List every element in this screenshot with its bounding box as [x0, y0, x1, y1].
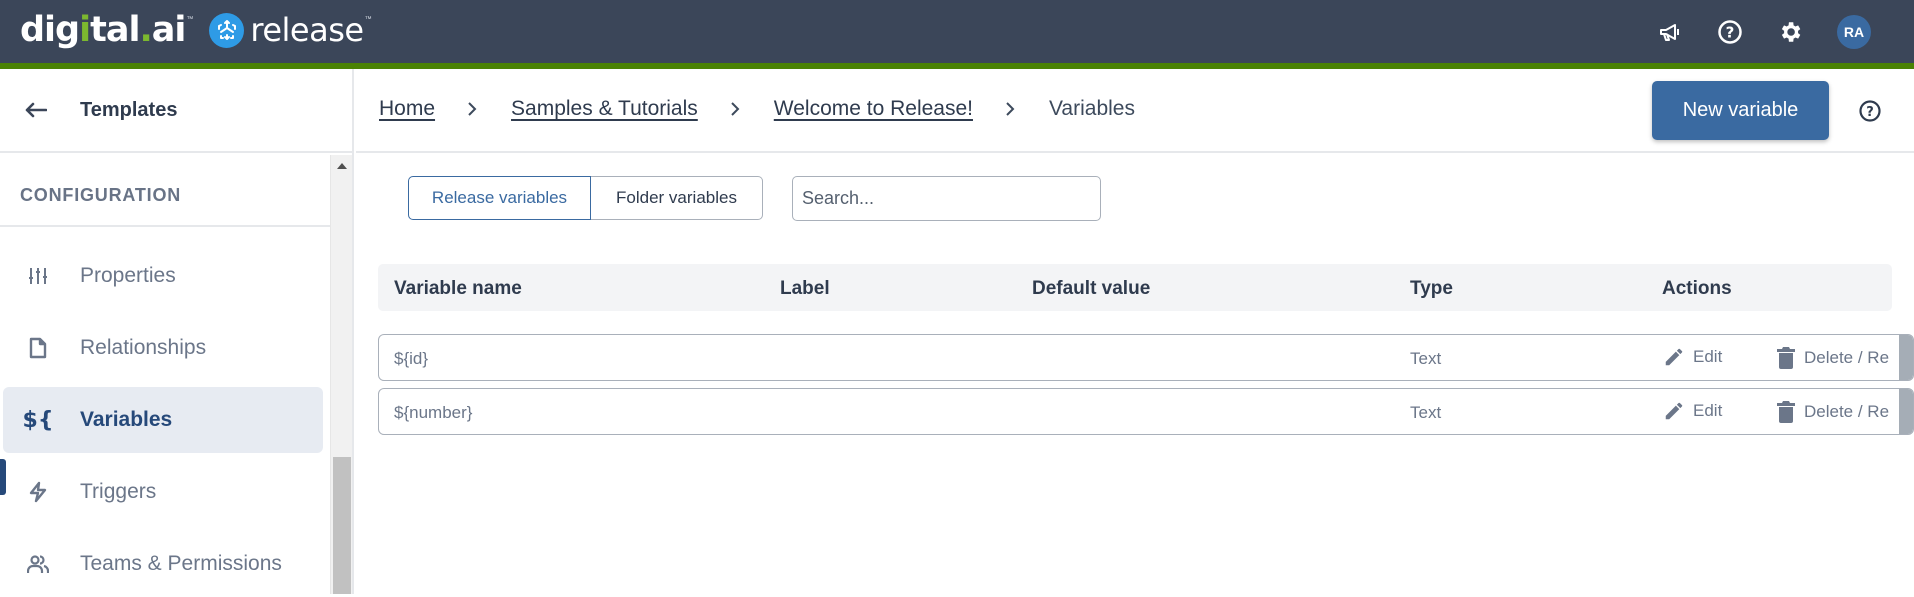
top-navigation-bar: digital.ai ™ release ™ ? RA: [0, 0, 1914, 63]
column-header-label: Label: [780, 278, 830, 299]
sidebar: Templates CONFIGURATION Properties Relat…: [0, 69, 354, 594]
sidebar-title[interactable]: Templates: [80, 99, 177, 122]
sliders-icon: [25, 263, 51, 289]
breadcrumb-current: Variables: [1048, 97, 1135, 120]
variable-type: Text: [1410, 349, 1442, 368]
variable-icon: ${: [22, 407, 54, 433]
column-header-default-value: Default value: [1032, 278, 1151, 299]
svg-text:?: ?: [1866, 105, 1874, 120]
pencil-icon: [1665, 348, 1683, 366]
trash-icon: [1777, 347, 1795, 369]
page-header: Home Samples & Tutorials Welcome to Rele…: [356, 69, 1914, 153]
row-overflow-edge: [1899, 389, 1913, 434]
help-icon[interactable]: ?: [1858, 99, 1882, 123]
brand-logo[interactable]: digital.ai ™ release ™: [20, 8, 372, 52]
sidebar-item-relationships[interactable]: Relationships: [3, 315, 323, 381]
breadcrumb: Home Samples & Tutorials Welcome to Rele…: [379, 97, 1135, 121]
table-row[interactable]: ${number} Text Edit Delete / Re: [378, 388, 1914, 435]
column-header-variable-name: Variable name: [394, 278, 522, 299]
main-content: Home Samples & Tutorials Welcome to Rele…: [356, 69, 1914, 594]
tab-folder-variables[interactable]: Folder variables: [591, 176, 763, 220]
tab-release-variables[interactable]: Release variables: [408, 176, 591, 220]
help-icon[interactable]: ?: [1717, 19, 1743, 45]
sidebar-scrollbar[interactable]: [330, 155, 352, 594]
variable-name: ${id}: [394, 349, 429, 368]
sidebar-item-variables[interactable]: ${ Variables: [3, 387, 323, 453]
back-arrow-icon[interactable]: [25, 98, 55, 122]
delete-button[interactable]: Delete / Re: [1776, 400, 1889, 424]
release-logo-icon: [209, 12, 245, 48]
section-header: CONFIGURATION: [0, 155, 330, 227]
edit-button[interactable]: Edit: [1663, 400, 1722, 422]
breadcrumb-welcome-to-release[interactable]: Welcome to Release!: [774, 97, 973, 121]
new-variable-button[interactable]: New variable: [1652, 81, 1829, 140]
release-wordmark: release: [250, 11, 364, 49]
sidebar-item-triggers[interactable]: Triggers: [3, 459, 323, 525]
column-header-actions: Actions: [1662, 278, 1732, 299]
column-header-type: Type: [1410, 278, 1453, 299]
settings-icon[interactable]: [1777, 19, 1803, 45]
chevron-right-icon: [730, 101, 742, 117]
file-icon: [25, 335, 51, 361]
trash-icon: [1777, 401, 1795, 423]
breadcrumb-samples-tutorials[interactable]: Samples & Tutorials: [511, 97, 698, 121]
sidebar-header: Templates: [0, 69, 352, 153]
sidebar-nav: CONFIGURATION Properties Relationships $…: [0, 155, 352, 594]
announcements-icon[interactable]: [1657, 19, 1683, 45]
pencil-icon: [1665, 402, 1683, 420]
row-overflow-edge: [1899, 335, 1913, 380]
edit-button[interactable]: Edit: [1663, 346, 1722, 368]
delete-button[interactable]: Delete / Re: [1776, 346, 1889, 370]
sidebar-item-properties[interactable]: Properties: [3, 243, 323, 309]
chevron-right-icon: [467, 101, 479, 117]
users-icon: [25, 551, 51, 577]
chevron-right-icon: [1005, 101, 1017, 117]
table-row[interactable]: ${id} Text Edit Delete / Re: [378, 334, 1914, 381]
search-input[interactable]: [792, 176, 1101, 221]
digital-ai-wordmark: digital.ai: [20, 9, 186, 50]
sidebar-item-teams-permissions[interactable]: Teams & Permissions: [3, 531, 323, 597]
svg-text:?: ?: [1726, 23, 1735, 41]
scrollbar-thumb[interactable]: [333, 457, 351, 594]
variable-type: Text: [1410, 403, 1442, 422]
user-avatar[interactable]: RA: [1837, 14, 1871, 49]
variable-scope-tabs: Release variables Folder variables: [408, 176, 763, 220]
table-header: Variable name Label Default value Type A…: [378, 264, 1892, 311]
variable-name: ${number}: [394, 403, 473, 422]
active-indicator: [0, 459, 6, 495]
breadcrumb-home[interactable]: Home: [379, 97, 435, 121]
lightning-icon: [25, 479, 51, 505]
scroll-up-arrow-icon[interactable]: [337, 163, 347, 169]
